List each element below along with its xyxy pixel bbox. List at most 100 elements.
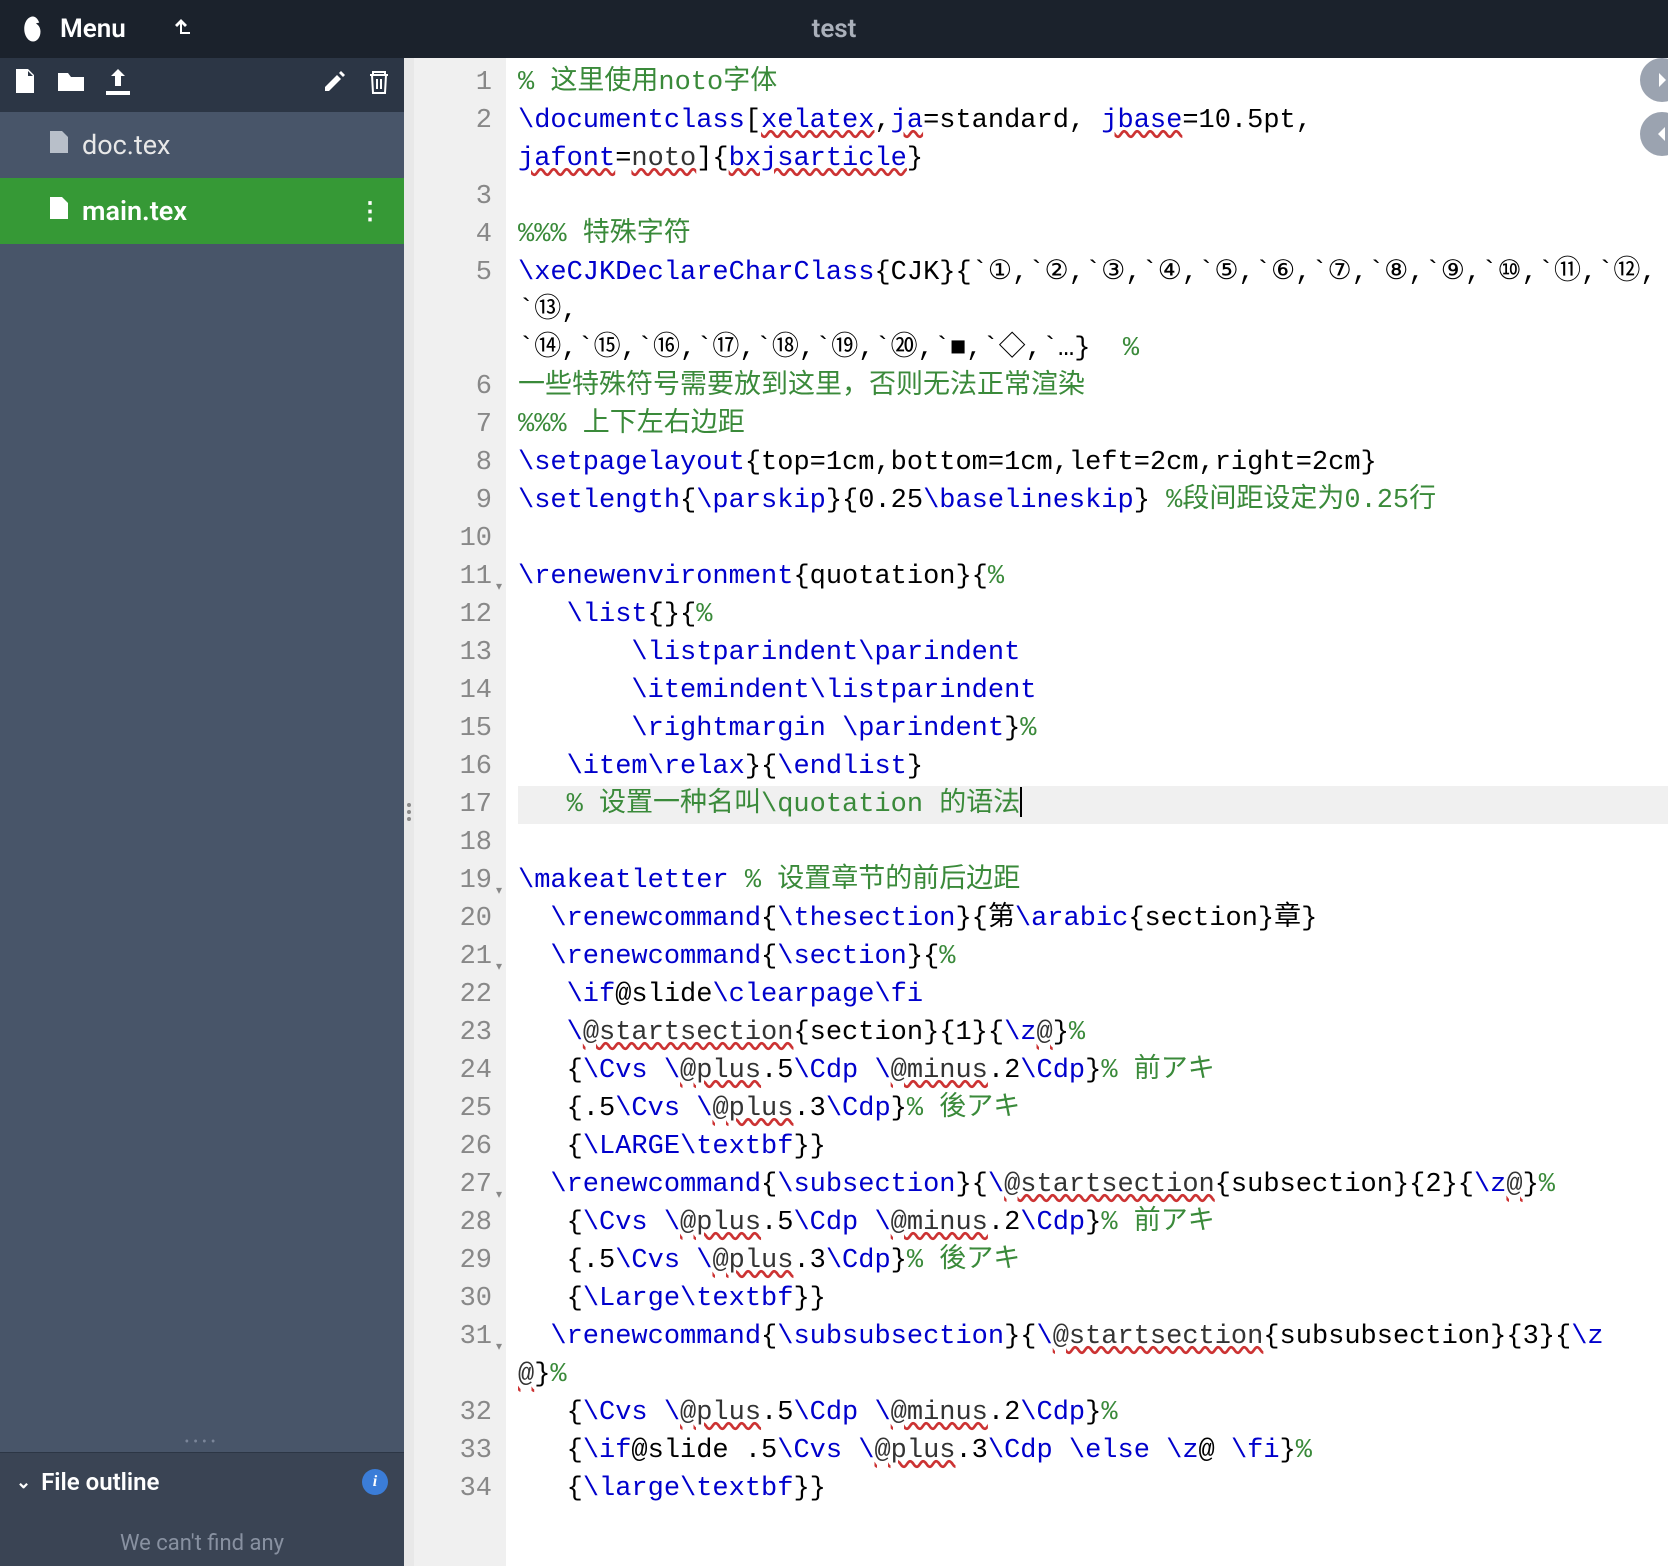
sidebar-toolbar [0,58,404,112]
fold-icon[interactable]: ▾ [496,568,502,606]
code-line[interactable]: % 这里使用noto字体 [518,64,1668,102]
code-line[interactable]: {\Cvs \@plus.5\Cdp \@minus.2\Cdp}% [518,1394,1668,1432]
resize-handle[interactable]: •••• [0,1432,404,1452]
new-file-icon[interactable] [14,69,36,101]
code-line[interactable]: \list{}{% [518,596,1668,634]
line-number: 4 [414,216,492,254]
rename-icon[interactable] [322,70,346,100]
outline-empty-text: We can't find any [0,1511,404,1566]
file-list: doc.tex main.tex ⋮ [0,112,404,244]
code-line[interactable]: \renewcommand{\subsection}{\@startsectio… [518,1166,1668,1204]
vertical-resize-handle[interactable] [404,58,414,1566]
line-number: 10 [414,520,492,558]
code-line[interactable]: \listparindent\parindent [518,634,1668,672]
outline-header[interactable]: ⌄ File outline i [0,1453,404,1511]
line-number: 17 [414,786,492,824]
code-line[interactable]: \renewcommand{\subsubsection}{\@startsec… [518,1318,1668,1394]
fold-icon[interactable]: ▾ [496,872,502,910]
code-line[interactable] [518,824,1668,862]
line-number: 14 [414,672,492,710]
line-number: 20 [414,900,492,938]
toggle-handle-2[interactable] [1640,112,1668,156]
line-number: 25 [414,1090,492,1128]
chevron-down-icon: ⌄ [16,1472,31,1493]
file-name: doc.tex [82,129,170,161]
code-line[interactable]: \if@slide\clearpage\fi [518,976,1668,1014]
editor[interactable]: 1234567891011▾1213141516171819▾2021▾2223… [414,58,1668,1566]
line-number: 9 [414,482,492,520]
file-item-doc[interactable]: doc.tex [0,112,404,178]
main-container: doc.tex main.tex ⋮ •••• ⌄ File outline i… [0,58,1668,1566]
code-line[interactable] [518,178,1668,216]
line-number: 1 [414,64,492,102]
code-line[interactable]: \renewenvironment{quotation}{% [518,558,1668,596]
code-area[interactable]: % 这里使用noto字体\documentclass[xelatex,ja=st… [506,58,1668,1566]
gutter: 1234567891011▾1213141516171819▾2021▾2223… [414,58,506,1566]
code-line[interactable]: {\if@slide .5\Cvs \@plus.3\Cdp \else \z@… [518,1432,1668,1470]
code-line[interactable]: %%% 上下左右边距 [518,406,1668,444]
code-line[interactable]: %%% 特殊字符 [518,216,1668,254]
line-number: 19▾ [414,862,492,900]
code-line[interactable]: \itemindent\listparindent [518,672,1668,710]
line-number: 21▾ [414,938,492,976]
line-number: 28 [414,1204,492,1242]
code-line[interactable]: {\large\textbf}} [518,1470,1668,1508]
outline-title: File outline [41,1468,159,1496]
delete-icon[interactable] [368,69,390,101]
code-line[interactable] [518,520,1668,558]
line-number: 22 [414,976,492,1014]
line-number: 7 [414,406,492,444]
code-line[interactable]: {\Cvs \@plus.5\Cdp \@minus.2\Cdp}% 前アキ [518,1204,1668,1242]
header: Menu test [0,0,1668,58]
code-line[interactable]: \@startsection{section}{1}{\z@}% [518,1014,1668,1052]
line-number: 2 [414,102,492,178]
code-line[interactable]: \renewcommand{\thesection}{第\arabic{sect… [518,900,1668,938]
project-title: test [284,14,1384,44]
toggle-handle-1[interactable] [1640,58,1668,102]
line-number: 16 [414,748,492,786]
line-number: 26 [414,1128,492,1166]
line-number: 11▾ [414,558,492,596]
code-line[interactable]: \makeatletter % 设置章节的前后边距 [518,862,1668,900]
overleaf-logo [18,14,48,44]
line-number: 23 [414,1014,492,1052]
line-number: 31▾ [414,1318,492,1394]
code-line[interactable]: {\Cvs \@plus.5\Cdp \@minus.2\Cdp}% 前アキ [518,1052,1668,1090]
line-number: 8 [414,444,492,482]
outline-section: ⌄ File outline i We can't find any [0,1452,404,1566]
line-number: 6 [414,368,492,406]
line-number: 27▾ [414,1166,492,1204]
file-item-main[interactable]: main.tex ⋮ [0,178,404,244]
upload-icon[interactable] [106,69,130,101]
fold-icon[interactable]: ▾ [496,948,502,986]
back-button[interactable] [174,16,194,42]
fold-icon[interactable]: ▾ [496,1176,502,1214]
fold-icon[interactable]: ▾ [496,1328,502,1366]
info-icon[interactable]: i [362,1469,388,1495]
menu-button[interactable]: Menu [60,14,126,44]
file-menu-icon[interactable]: ⋮ [358,197,382,225]
code-line[interactable]: {\LARGE\textbf}} [518,1128,1668,1166]
line-number: 30 [414,1280,492,1318]
code-line[interactable]: \documentclass[xelatex,ja=standard, jbas… [518,102,1668,178]
line-number: 24 [414,1052,492,1090]
code-line[interactable]: {\Large\textbf}} [518,1280,1668,1318]
right-handles [1630,58,1668,166]
line-number: 33 [414,1432,492,1470]
line-number: 18 [414,824,492,862]
line-number: 3 [414,178,492,216]
file-name: main.tex [82,195,187,227]
code-line[interactable]: \renewcommand{\section}{% [518,938,1668,976]
code-line[interactable]: \setpagelayout{top=1cm,bottom=1cm,left=2… [518,444,1668,482]
code-line[interactable]: \setlength{\parskip}{0.25\baselineskip} … [518,482,1668,520]
code-line[interactable]: % 设置一种名叫\quotation 的语法 [518,786,1668,824]
code-line[interactable]: \rightmargin \parindent}% [518,710,1668,748]
code-line[interactable]: \item\relax}{\endlist} [518,748,1668,786]
code-line[interactable]: \xeCJKDeclareCharClass{CJK}{`①,`②,`③,`④,… [518,254,1668,368]
line-number: 13 [414,634,492,672]
file-icon [50,197,68,225]
file-icon [50,131,68,159]
code-line[interactable]: {.5\Cvs \@plus.3\Cdp}% 後アキ [518,1090,1668,1128]
code-line[interactable]: {.5\Cvs \@plus.3\Cdp}% 後アキ [518,1242,1668,1280]
new-folder-icon[interactable] [58,71,84,99]
